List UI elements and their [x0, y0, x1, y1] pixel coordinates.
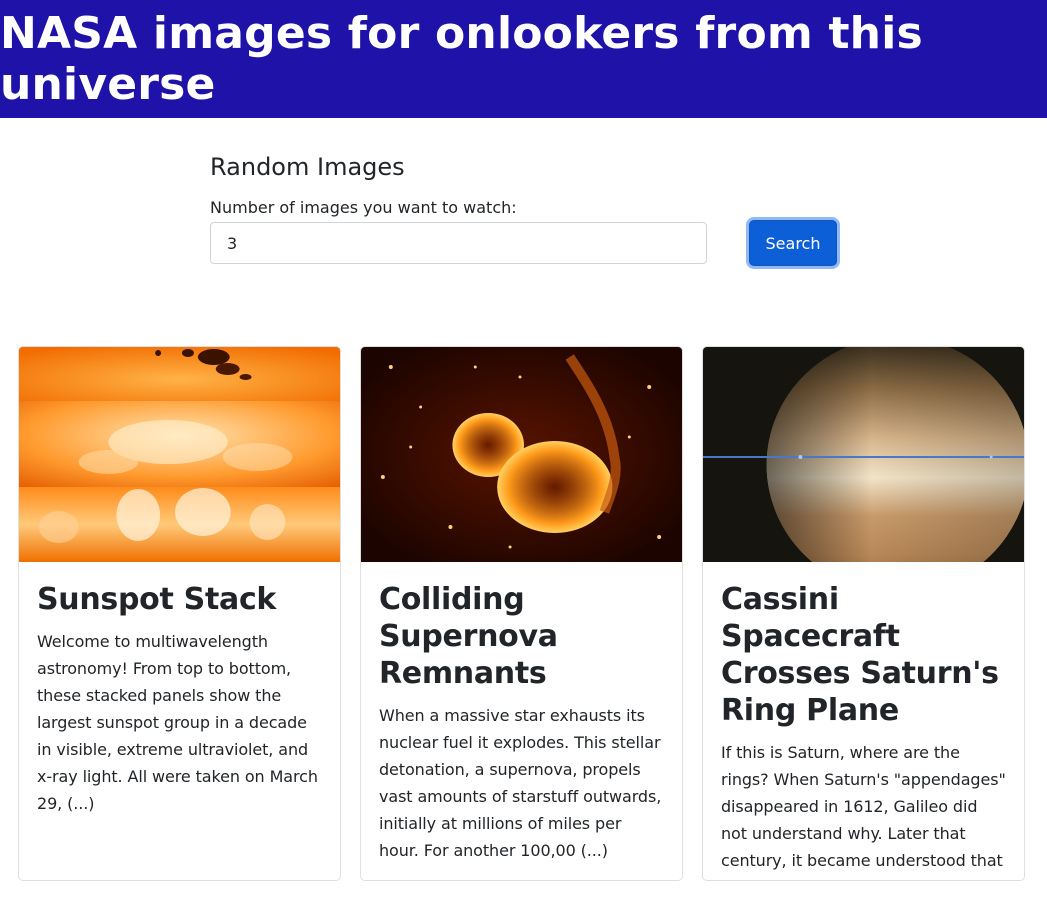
- image-card[interactable]: Colliding Supernova Remnants When a mass…: [360, 346, 683, 881]
- card-title: Cassini Spacecraft Crosses Saturn's Ring…: [721, 582, 999, 728]
- card-title: Colliding Supernova Remnants: [379, 582, 558, 691]
- image-count-label: Number of images you want to watch:: [210, 198, 517, 217]
- search-button[interactable]: Search: [749, 220, 837, 266]
- sunspot-image: [19, 347, 340, 562]
- image-card[interactable]: Sunspot Stack Welcome to multiwavelength…: [18, 346, 341, 881]
- image-card[interactable]: Cassini Spacecraft Crosses Saturn's Ring…: [702, 346, 1025, 881]
- page-title: NASA images for onlookers from this univ…: [0, 8, 923, 110]
- supernova-image: [361, 347, 682, 562]
- form-title: Random Images: [210, 153, 405, 181]
- image-count-input[interactable]: [210, 222, 707, 264]
- card-description: When a massive star exhausts its nuclear…: [379, 706, 662, 860]
- saturn-image: [703, 347, 1024, 562]
- random-images-form: Random Images Number of images you want …: [210, 150, 850, 266]
- card-title: Sunspot Stack: [37, 582, 277, 617]
- card-description: If this is Saturn, where are the rings? …: [721, 743, 1006, 880]
- card-description: Welcome to multiwavelength astronomy! Fr…: [37, 632, 318, 813]
- page-header: NASA images for onlookers from this univ…: [0, 0, 1047, 118]
